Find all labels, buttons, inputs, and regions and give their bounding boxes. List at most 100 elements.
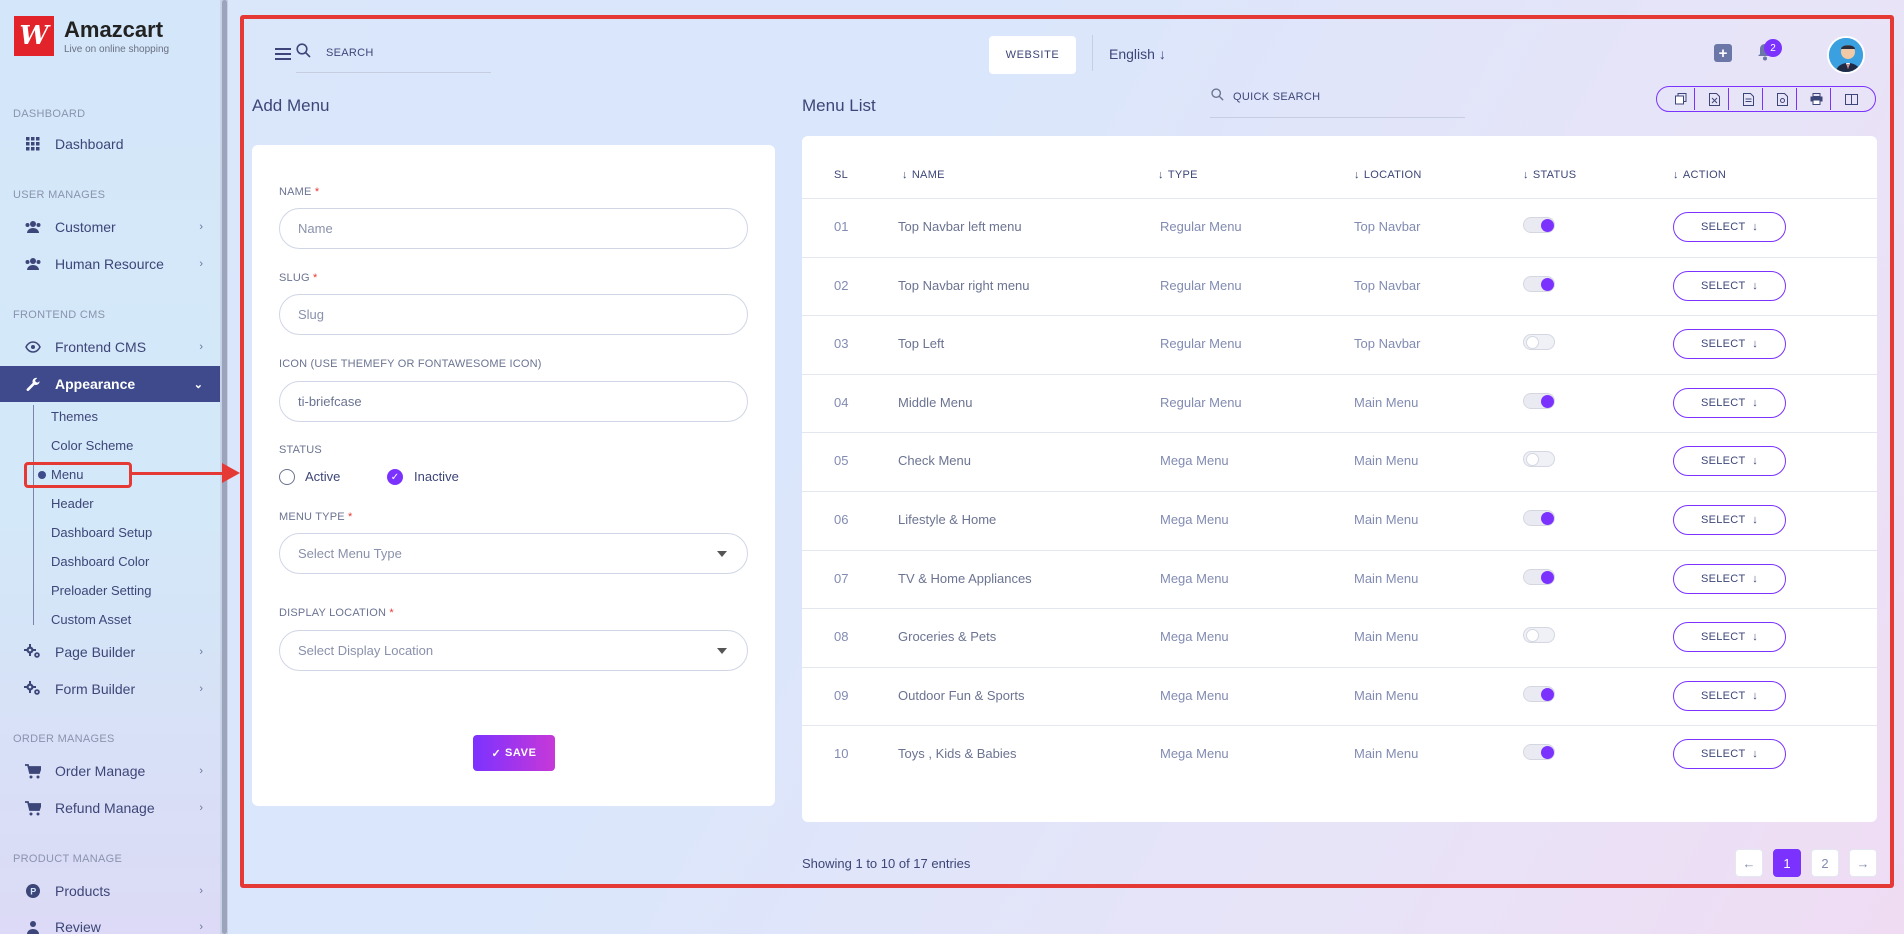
avatar[interactable] [1827,36,1865,74]
sub-item-dashboard-color[interactable]: Dashboard Color [51,554,149,569]
add-menu-title: Add Menu [252,96,330,115]
cell-type: Mega Menu [1160,746,1229,761]
select-label: SELECT [1700,690,1746,702]
sidebar-item-dashboard[interactable]: Dashboard [0,126,220,162]
caret-down-icon [717,648,727,654]
chevron-right-icon: › [199,258,203,270]
sidebar-item-label: Human Resource [55,256,164,272]
quick-search-input[interactable]: QUICK SEARCH [1233,91,1320,103]
cell-type: Mega Menu [1160,629,1229,644]
plus-icon[interactable]: + [1714,44,1732,62]
col-header-action[interactable]: ↓ ACTION [1673,169,1726,181]
cell-type: Mega Menu [1160,512,1229,527]
chevron-right-icon: › [199,221,203,233]
copy-icon[interactable] [1667,88,1695,110]
menu-type-label: MENU TYPE * [279,511,353,523]
arrow-down-icon: ↓ [1158,46,1166,62]
status-toggle[interactable] [1523,569,1555,585]
csv-icon[interactable] [1735,88,1763,110]
chevron-right-icon: › [199,921,203,933]
hamburger-menu-icon[interactable] [275,48,291,63]
col-header-name[interactable]: ↓ NAME [902,169,945,181]
website-button[interactable]: WEBSITE [989,36,1076,74]
cell-sl: 08 [834,629,849,644]
select-action-button[interactable]: SELECT ↓ [1673,388,1786,418]
sub-item-dashboard-setup[interactable]: Dashboard Setup [51,525,152,540]
status-toggle[interactable] [1523,393,1555,409]
slug-field[interactable]: Slug [279,294,748,335]
print-icon[interactable] [1803,88,1831,110]
select-action-button[interactable]: SELECT ↓ [1673,681,1786,711]
brand-name: Amazcart [64,16,164,42]
col-header-type[interactable]: ↓ TYPE [1158,169,1198,181]
sidebar-item-review[interactable]: Review › [0,909,220,934]
status-inactive-radio[interactable]: ✓ [387,469,403,485]
toggle-knob [1541,746,1554,759]
sub-item-themes[interactable]: Themes [51,409,98,424]
status-toggle[interactable] [1523,744,1555,760]
pagination-page-2[interactable]: 2 [1811,849,1839,877]
select-label: SELECT [1700,397,1746,409]
status-active-label[interactable]: Active [305,469,340,484]
select-action-button[interactable]: SELECT ↓ [1673,446,1786,476]
status-inactive-label[interactable]: Inactive [414,469,459,484]
select-action-button[interactable]: SELECT ↓ [1673,564,1786,594]
status-toggle[interactable] [1523,276,1555,292]
sub-item-custom-asset[interactable]: Custom Asset [51,612,131,627]
cart-icon [24,799,42,817]
status-active-radio[interactable] [279,469,295,485]
status-toggle[interactable] [1523,334,1555,350]
sidebar-item-human-resource[interactable]: Human Resource › [0,246,220,282]
eye-icon [24,338,42,356]
icon-field[interactable]: ti-briefcase [279,381,748,422]
col-header-status[interactable]: ↓ STATUS [1523,169,1576,181]
select-action-button[interactable]: SELECT ↓ [1673,622,1786,652]
pdf-icon[interactable] [1769,88,1797,110]
status-toggle[interactable] [1523,217,1555,233]
sidebar-item-frontend-cms[interactable]: Frontend CMS › [0,329,220,365]
sidebar-item-products[interactable]: P Products › [0,873,220,909]
sidebar-item-refund-manage[interactable]: Refund Manage › [0,790,220,826]
select-action-button[interactable]: SELECT ↓ [1673,739,1786,769]
sub-item-preloader-setting[interactable]: Preloader Setting [51,583,151,598]
display-location-select[interactable]: Select Display Location [279,630,748,671]
cell-sl: 02 [834,278,849,293]
arrow-down-icon: ↓ [1158,169,1164,181]
select-action-button[interactable]: SELECT ↓ [1673,329,1786,359]
col-header-location[interactable]: ↓ LOCATION [1354,169,1422,181]
cell-location: Main Menu [1354,512,1419,527]
arrow-down-icon: ↓ [1745,455,1759,467]
select-action-button[interactable]: SELECT ↓ [1673,212,1786,242]
status-toggle[interactable] [1523,686,1555,702]
sidebar-item-order-manage[interactable]: Order Manage › [0,753,220,789]
select-action-button[interactable]: SELECT ↓ [1673,505,1786,535]
save-button[interactable]: ✓ SAVE [473,735,555,771]
sidebar-item-appearance[interactable]: Appearance ⌄ [0,366,220,402]
menu-list-title: Menu List [802,96,876,115]
sidebar-item-form-builder[interactable]: Form Builder › [0,671,220,707]
arrow-down-icon: ↓ [1745,748,1759,760]
excel-icon[interactable] [1701,88,1729,110]
sub-item-color-scheme[interactable]: Color Scheme [51,438,133,453]
cell-sl: 01 [834,219,849,234]
col-header-sl[interactable]: SL [834,169,848,181]
pagination-info: Showing 1 to 10 of 17 entries [802,856,971,871]
toggle-knob [1526,629,1539,642]
brand-logo[interactable]: W Amazcart Live on online shopping [14,16,169,56]
language-select[interactable]: English ↓ [1109,46,1166,62]
pagination-prev[interactable]: ← [1735,849,1763,877]
status-toggle[interactable] [1523,627,1555,643]
pagination-page-1[interactable]: 1 [1773,849,1801,877]
columns-icon[interactable] [1837,88,1865,110]
search-input[interactable]: SEARCH [326,47,374,59]
pagination-next[interactable]: → [1849,849,1877,877]
section-user-manages: USER MANAGES [13,189,106,201]
select-action-button[interactable]: SELECT ↓ [1673,271,1786,301]
menu-type-select[interactable]: Select Menu Type [279,533,748,574]
sidebar-item-page-builder[interactable]: Page Builder › [0,634,220,670]
sub-item-header[interactable]: Header [51,496,94,511]
name-field[interactable]: Name [279,208,748,249]
sidebar-item-customer[interactable]: Customer › [0,209,220,245]
status-toggle[interactable] [1523,510,1555,526]
status-toggle[interactable] [1523,451,1555,467]
